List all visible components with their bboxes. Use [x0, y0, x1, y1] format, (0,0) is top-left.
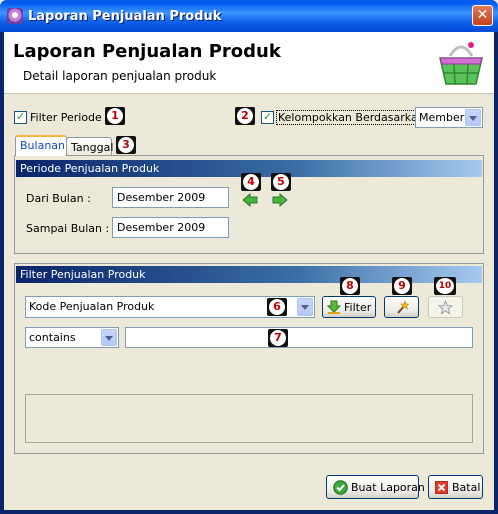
filter-section-title: Filter Penjualan Produk: [20, 268, 146, 281]
download-arrow-icon: [327, 300, 341, 314]
page-subtitle: Detail laporan penjualan produk: [23, 69, 217, 83]
from-month-field[interactable]: Desember 2009: [112, 187, 229, 208]
operator-value: contains: [29, 331, 76, 344]
page-title: Laporan Penjualan Produk: [13, 41, 281, 62]
magic-wand-icon: [397, 300, 409, 314]
annotation-badge-9: 9: [392, 277, 412, 295]
dialog-header: Laporan Penjualan Produk Detail laporan …: [4, 32, 494, 94]
filter-button[interactable]: Filter: [322, 296, 376, 318]
annotation-badge-10: 10: [434, 277, 456, 295]
star-icon: [438, 300, 453, 315]
tab-tanggal-label: Tanggal: [71, 141, 114, 154]
dialog-body: Laporan Penjualan Produk Detail laporan …: [4, 32, 494, 510]
to-month-value: Desember 2009: [117, 221, 206, 234]
filter-panel: Filter Penjualan Produk Kode Penjualan P…: [14, 263, 484, 454]
chevron-down-icon[interactable]: [101, 329, 117, 346]
criteria-input[interactable]: [125, 327, 473, 348]
title-bar[interactable]: Laporan Penjualan Produk ✕: [0, 0, 498, 32]
periode-section-title: Periode Penjualan Produk: [20, 162, 160, 175]
close-icon: [435, 481, 448, 494]
filter-field-value: Kode Penjualan Produk: [29, 300, 155, 313]
annotation-badge-3: 3: [116, 136, 136, 154]
create-report-label: Buat Laporan: [351, 481, 425, 494]
periode-panel: Periode Penjualan Produk Dari Bulan : De…: [14, 155, 484, 254]
tab-tanggal[interactable]: Tanggal: [66, 137, 114, 156]
from-month-value: Desember 2009: [117, 191, 206, 204]
filter-periode-checkbox[interactable]: [14, 110, 27, 124]
star-button[interactable]: [428, 296, 463, 318]
app-window: Laporan Penjualan Produk ✕ Laporan Penju…: [0, 0, 498, 514]
group-by-checkbox[interactable]: [261, 110, 274, 124]
to-month-label: Sampai Bulan :: [26, 222, 110, 235]
filter-section-header: Filter Penjualan Produk: [16, 266, 482, 283]
group-by-value: Member: [419, 111, 465, 124]
check-icon: [333, 480, 348, 495]
magic-wand-button[interactable]: [384, 296, 419, 318]
shopping-basket-icon: [439, 42, 483, 85]
group-by-label: Kelompokkan Berdasarkan :: [276, 110, 434, 125]
close-button[interactable]: ✕: [472, 5, 493, 26]
filter-button-label: Filter: [344, 301, 372, 314]
annotation-badge-2: 2: [235, 107, 255, 125]
chevron-down-icon[interactable]: [465, 109, 481, 126]
next-arrow-icon[interactable]: [272, 193, 288, 207]
to-month-field[interactable]: Desember 2009: [112, 217, 229, 238]
window-title: Laporan Penjualan Produk: [28, 9, 222, 24]
annotation-badge-5: 5: [271, 173, 291, 191]
annotation-badge-4: 4: [241, 173, 261, 191]
cancel-button[interactable]: Batal: [428, 475, 483, 499]
previous-arrow-icon[interactable]: [242, 193, 258, 207]
annotation-badge-8: 8: [340, 277, 360, 295]
operator-select[interactable]: contains: [25, 327, 119, 348]
chevron-down-icon[interactable]: [297, 298, 313, 316]
cancel-label: Batal: [452, 481, 481, 494]
tab-bulanan[interactable]: Bulanan: [15, 135, 67, 156]
create-report-button[interactable]: Buat Laporan: [326, 475, 425, 499]
from-month-label: Dari Bulan :: [26, 192, 91, 205]
annotation-badge-1: 1: [105, 107, 125, 125]
annotation-badge-7: 7: [268, 329, 288, 347]
tab-bulanan-label: Bulanan: [20, 139, 65, 152]
app-icon: [7, 8, 23, 24]
annotation-badge-6: 6: [267, 298, 287, 316]
filter-criteria-list[interactable]: [25, 394, 473, 443]
filter-periode-label: Filter Periode: [30, 111, 102, 124]
group-by-select[interactable]: Member: [415, 107, 483, 128]
